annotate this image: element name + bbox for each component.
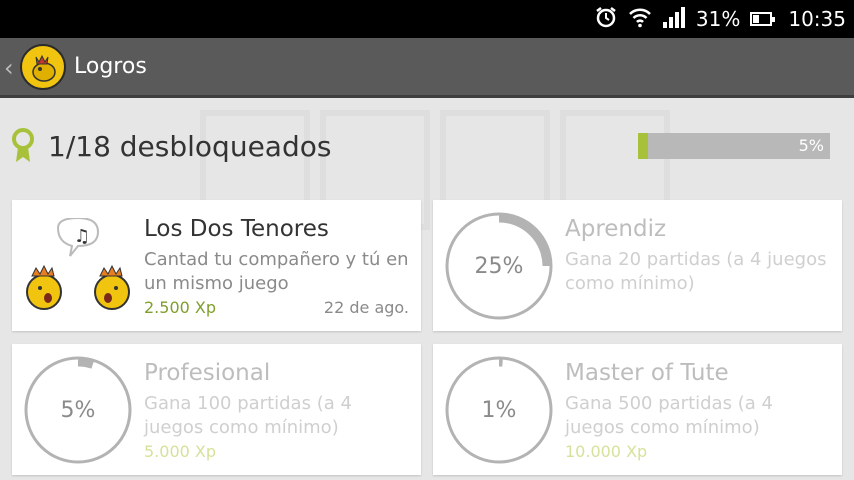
chevron-left-icon[interactable]: ‹ [4,54,14,82]
achievement-card-los-dos-tenores[interactable]: ♫ Los Dos Tenores Cantad tu compañero y … [12,200,421,331]
battery-percent: 31% [695,7,741,31]
achievement-title: Master of Tute [565,360,729,386]
screen-title: Logros [74,54,147,79]
achievement-description: Gana 20 partidas (a 4 juegos como mínimo… [565,249,827,294]
svg-text:♫: ♫ [74,226,90,247]
achievement-card-profesional[interactable]: 5% Profesional Gana 100 partidas (a 4 ju… [12,344,421,475]
alarm-clock-icon [594,5,618,34]
achievement-title: Los Dos Tenores [144,216,329,242]
unlocked-count: 1/18 desbloqueados [48,130,332,163]
achievement-card-master-of-tute[interactable]: 1% Master of Tute Gana 500 partidas (a 4… [433,344,842,475]
achievement-xp: 10.000 Xp [565,442,648,461]
tute-logo-icon[interactable] [20,44,66,90]
achievement-card-aprendiz[interactable]: 25% Aprendiz Gana 20 partidas (a 4 juego… [433,200,842,331]
signal-icon [662,6,686,33]
achievement-xp: 2.500 Xp [144,298,217,317]
two-tenors-icon: ♫ [26,218,130,310]
progress-fill [638,133,648,159]
achievement-title: Profesional [144,360,271,386]
overall-progress-bar: 5% [638,133,830,159]
progress-percent: 5% [798,136,824,155]
achievement-title: Aprendiz [565,216,667,242]
achievements-summary: 1/18 desbloqueados 5% [0,118,854,178]
wifi-icon [628,6,652,33]
achievement-date: 22 de ago. [323,298,409,317]
battery-icon [750,12,776,26]
achievement-description: Gana 500 partidas (a 4 juegos como mínim… [565,393,773,438]
achievement-description: Cantad tu compañero y tú en un mismo jue… [144,249,409,294]
status-bar: 31% 10:35 [0,0,854,38]
achievement-description: Gana 100 partidas (a 4 juegos como mínim… [144,393,352,438]
progress-percent: 5% [60,397,96,423]
action-bar: ‹ Logros [0,38,854,98]
progress-percent: 25% [474,253,524,279]
clock: 10:35 [788,7,846,31]
achievement-xp: 5.000 Xp [144,442,217,461]
progress-percent: 1% [481,397,517,423]
award-ribbon-icon [12,128,34,162]
